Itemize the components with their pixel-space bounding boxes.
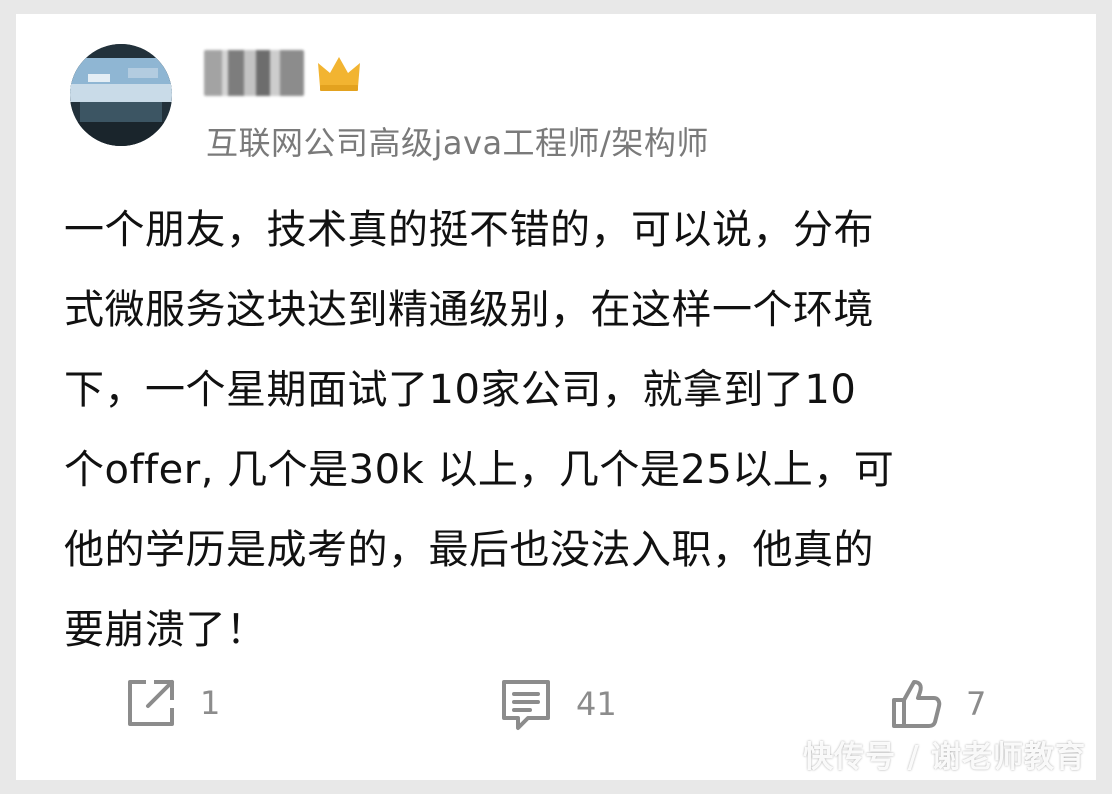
content-line: 要崩溃了！: [64, 607, 267, 653]
comment-count: 41: [576, 685, 617, 723]
author-name-row[interactable]: [204, 50, 362, 96]
like-count: 7: [966, 685, 987, 723]
like-button[interactable]: 7: [888, 676, 986, 732]
content-line: 个offer, 几个是30k 以上，几个是25以上，可: [64, 447, 895, 493]
comment-icon: [502, 680, 550, 730]
thumbs-up-icon: [892, 680, 942, 728]
share-button[interactable]: 1: [124, 676, 220, 730]
author-avatar[interactable]: [70, 44, 172, 146]
screenshot-frame: 互联网公司高级java工程师/架构师 一个朋友，技术真的挺不错的，可以说，分布 …: [0, 0, 1112, 794]
post-card: 互联网公司高级java工程师/架构师 一个朋友，技术真的挺不错的，可以说，分布 …: [16, 14, 1096, 780]
post-content: 一个朋友，技术真的挺不错的，可以说，分布 式微服务这块达到精通级别，在这样一个环…: [64, 190, 1064, 670]
content-line: 下，一个星期面试了10家公司，就拿到了10: [64, 367, 857, 413]
author-name-pixelated[interactable]: [204, 50, 304, 96]
comment-button[interactable]: 41: [498, 676, 617, 732]
content-line: 一个朋友，技术真的挺不错的，可以说，分布: [64, 207, 874, 253]
share-icon: [128, 680, 174, 726]
crown-icon: [318, 57, 360, 91]
share-count: 1: [200, 684, 221, 722]
author-title: 互联网公司高级java工程师/架构师: [206, 124, 709, 162]
watermark-text: 快传号 / 谢老师教育: [803, 740, 1086, 775]
content-line: 他的学历是成考的，最后也没法入职，他真的: [64, 527, 874, 573]
avatar-photo-icon: [70, 44, 172, 146]
content-line: 式微服务这块达到精通级别，在这样一个环境: [64, 287, 874, 333]
